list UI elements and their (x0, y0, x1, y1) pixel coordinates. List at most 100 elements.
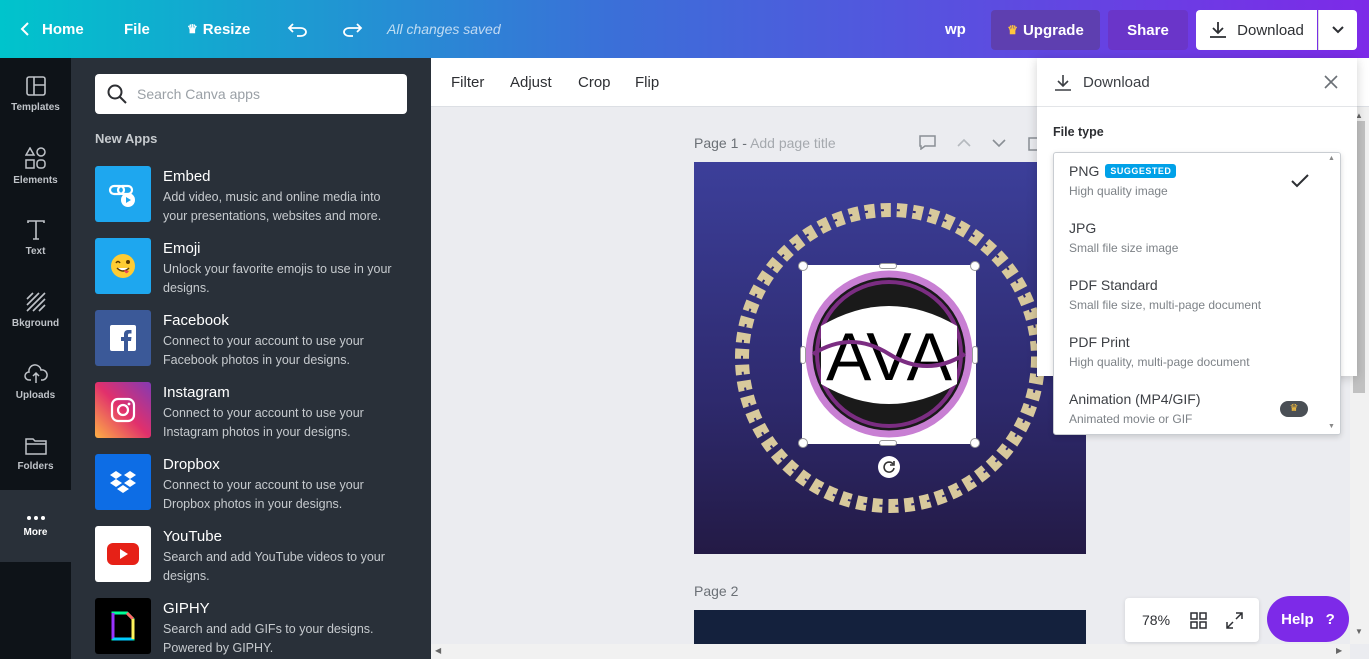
scroll-down-arrow[interactable]: ▼ (1355, 627, 1363, 636)
resize-handle[interactable] (879, 440, 897, 446)
resize-handle[interactable] (800, 346, 806, 364)
download-button[interactable]: Download (1196, 10, 1317, 50)
app-item-dropbox[interactable]: Dropbox Connect to your account to use y… (95, 454, 415, 514)
scroll-up-arrow[interactable]: ▲ (1328, 155, 1335, 162)
dropbox-icon (95, 454, 151, 510)
crop-button[interactable]: Crop (578, 58, 611, 107)
file-type-option-pdf-print[interactable]: PDF Print High quality, multi-page docum… (1054, 324, 1324, 381)
zoom-level[interactable]: 78% (1142, 612, 1170, 628)
ava-logo: AVA (805, 270, 973, 438)
filter-button[interactable]: Filter (451, 58, 484, 107)
premium-crown-icon: ♛ (1280, 401, 1308, 417)
app-item-instagram[interactable]: Instagram Connect to your account to use… (95, 382, 415, 442)
app-item-giphy[interactable]: GIPHY Search and add GIFs to your design… (95, 598, 415, 658)
zoom-controls: 78% (1125, 598, 1259, 642)
design-page-2[interactable] (694, 610, 1086, 644)
embed-icon (95, 166, 151, 222)
resize-handle[interactable] (879, 263, 897, 269)
resize-handle[interactable] (798, 261, 808, 271)
user-label[interactable]: wp (945, 0, 966, 58)
download-options-button[interactable] (1318, 10, 1357, 50)
elements-icon (24, 146, 46, 169)
page-1-label: Page 1 - Add page title (694, 135, 836, 151)
scroll-left-arrow[interactable]: ◀ (435, 646, 441, 655)
sidebar-item-folders[interactable]: Folders (0, 418, 71, 490)
sidebar-item-label: Folders (17, 460, 54, 472)
help-button[interactable]: Help ? (1267, 596, 1349, 642)
app-item-facebook[interactable]: Facebook Connect to your account to use … (95, 310, 415, 370)
file-type-option-animation[interactable]: Animation (MP4/GIF) Animated movie or GI… (1054, 381, 1324, 434)
app-item-embed[interactable]: Embed Add video, music and online media … (95, 166, 415, 226)
logo-text: AVA (826, 319, 953, 395)
move-page-down-icon[interactable] (992, 135, 1006, 151)
youtube-icon (95, 526, 151, 582)
undo-icon (287, 23, 307, 37)
sidebar-item-text[interactable]: Text (0, 202, 71, 274)
download-label: Download (1237, 21, 1304, 39)
app-description: Unlock your favorite emojis to use in yo… (163, 262, 392, 295)
option-description: High quality, multi-page document (1069, 355, 1250, 369)
sidebar-item-uploads[interactable]: Uploads (0, 346, 71, 418)
resize-handle[interactable] (970, 261, 980, 271)
resize-handle[interactable] (970, 438, 980, 448)
rotate-handle[interactable] (878, 456, 900, 478)
resize-label: Resize (202, 20, 251, 38)
home-label: Home (42, 20, 84, 38)
templates-icon (25, 75, 46, 96)
option-name: PNG (1069, 163, 1100, 179)
resize-handle[interactable] (798, 438, 808, 448)
app-name: GIPHY (163, 600, 210, 617)
comment-icon[interactable] (919, 135, 936, 153)
horizontal-scrollbar[interactable]: ◀ ▶ (431, 644, 1350, 659)
undo-button[interactable] (287, 0, 309, 58)
app-name: Facebook (163, 312, 229, 329)
file-type-option-jpg[interactable]: JPG Small file size image (1054, 210, 1324, 267)
app-description: Connect to your account to use your Drop… (163, 478, 364, 511)
design-page-1[interactable]: AVA (694, 162, 1086, 554)
apps-panel: New Apps Embed Add video, music and onli… (71, 58, 431, 659)
fullscreen-icon[interactable] (1226, 612, 1243, 629)
help-icon: ? (1325, 610, 1335, 628)
flip-button[interactable]: Flip (635, 58, 659, 107)
logo-image[interactable]: AVA (798, 261, 980, 448)
upgrade-button[interactable]: ♛ Upgrade (991, 10, 1100, 50)
sidebar-item-elements[interactable]: Elements (0, 130, 71, 202)
grid-view-icon[interactable] (1190, 612, 1207, 629)
search-box[interactable] (95, 74, 407, 114)
app-description: Search and add GIFs to your designs. Pow… (163, 622, 374, 655)
dropdown-scrollbar[interactable]: ▲ ▼ (1324, 153, 1340, 434)
resize-handle[interactable] (972, 346, 978, 364)
app-item-emoji[interactable]: Emoji Unlock your favorite emojis to use… (95, 238, 415, 298)
share-button[interactable]: Share (1108, 10, 1188, 50)
sidebar-item-templates[interactable]: Templates (0, 58, 71, 130)
file-type-dropdown[interactable]: PNG SUGGESTED High quality image JPG Smal… (1053, 152, 1341, 435)
move-page-up-icon[interactable] (957, 135, 971, 151)
app-name: YouTube (163, 528, 222, 545)
suggested-badge: SUGGESTED (1105, 164, 1177, 178)
sidebar-item-background[interactable]: Bkground (0, 274, 71, 346)
sidebar-item-label: Templates (11, 101, 60, 113)
crown-icon: ♛ (1007, 23, 1018, 37)
share-label: Share (1127, 21, 1169, 39)
adjust-button[interactable]: Adjust (510, 58, 552, 107)
file-menu-button[interactable]: File (124, 0, 150, 58)
scroll-down-arrow[interactable]: ▼ (1328, 423, 1335, 430)
file-type-option-png[interactable]: PNG SUGGESTED High quality image (1054, 153, 1324, 210)
search-input[interactable] (137, 86, 397, 102)
file-type-option-pdf-standard[interactable]: PDF Standard Small file size, multi-page… (1054, 267, 1324, 324)
search-icon (107, 84, 127, 104)
home-button[interactable]: Home (20, 0, 84, 58)
giphy-icon (95, 598, 151, 654)
resize-button[interactable]: ♛ Resize (187, 0, 250, 58)
uploads-icon (23, 363, 48, 383)
close-icon[interactable] (1324, 75, 1338, 89)
help-label: Help (1281, 610, 1314, 628)
sidebar-item-more[interactable]: More (0, 490, 71, 562)
page-title-input[interactable]: Add page title (750, 135, 836, 151)
file-label: File (124, 20, 150, 38)
download-panel-header: Download (1037, 58, 1357, 107)
app-item-youtube[interactable]: YouTube Search and add YouTube videos to… (95, 526, 415, 586)
rotate-icon (883, 461, 895, 473)
redo-button[interactable] (341, 0, 363, 58)
scroll-right-arrow[interactable]: ▶ (1336, 646, 1342, 655)
